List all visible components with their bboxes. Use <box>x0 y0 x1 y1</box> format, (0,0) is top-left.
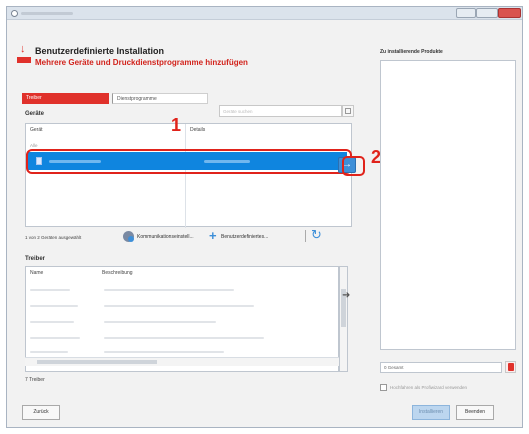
products-title: Zu installierende Produkte <box>380 49 443 55</box>
refresh-icon[interactable]: ↻ <box>311 227 322 243</box>
custom-button[interactable]: Benutzerdefiniertes... <box>221 234 268 240</box>
profile-checkbox-label: Hochfahren als Profiwizard verwenden <box>390 385 468 390</box>
tab-driver[interactable]: Treiber <box>22 93 109 104</box>
communication-settings-icon[interactable] <box>123 231 134 242</box>
highlight-box-step2 <box>342 156 365 176</box>
communication-settings-button[interactable]: Kommunikationseinstell... <box>137 234 194 240</box>
installer-window: ↓ Benutzerdefinierte Installation Mehrer… <box>6 6 523 428</box>
title-bar <box>7 7 522 20</box>
profile-checkbox[interactable] <box>380 384 387 391</box>
drivers-section-title: Treiber <box>25 256 46 262</box>
product-list <box>380 60 516 350</box>
total-label: 0 Gesamt <box>384 365 404 370</box>
table-row[interactable] <box>104 289 234 291</box>
search-icon <box>345 108 351 114</box>
page-subtitle: Mehrere Geräte und Druckdienstprogramme … <box>35 58 248 67</box>
minimize-button[interactable] <box>456 8 476 18</box>
total-field: 0 Gesamt <box>380 362 502 373</box>
table-row[interactable] <box>104 351 224 353</box>
maximize-button[interactable] <box>476 8 498 18</box>
table-row[interactable] <box>104 321 216 323</box>
driver-vertical-scrollbar[interactable] <box>339 266 348 372</box>
device-toolbar: 1 von 2 Geräten ausgewählt Kommunikation… <box>25 227 355 244</box>
back-button[interactable]: Zurück <box>22 405 60 420</box>
toolbar-divider <box>305 230 306 242</box>
close-button[interactable] <box>498 8 521 18</box>
device-table: Gerät Details Alle <box>25 123 352 228</box>
column-header-name[interactable]: Name <box>30 270 43 276</box>
table-row[interactable] <box>30 321 74 323</box>
table-row[interactable] <box>104 305 254 307</box>
highlight-box-step1 <box>26 149 352 174</box>
table-row[interactable] <box>30 305 78 307</box>
app-icon <box>11 10 18 17</box>
column-header-device[interactable]: Gerät <box>30 127 43 133</box>
add-driver-arrow-icon[interactable]: ➜ <box>342 290 350 301</box>
install-logo-icon: ↓ <box>17 44 31 64</box>
tab-utilities[interactable]: Dienstprogramme <box>112 93 208 104</box>
selection-count: 1 von 2 Geräten ausgewählt <box>25 235 82 240</box>
window-title-blurred <box>21 12 73 15</box>
trash-icon <box>508 363 514 371</box>
table-row[interactable] <box>104 337 264 339</box>
page-header: ↓ Benutzerdefinierte Installation Mehrer… <box>15 38 360 80</box>
device-search-input[interactable]: Geräte suchen <box>219 105 342 117</box>
page-title: Benutzerdefinierte Installation <box>35 46 165 56</box>
device-panel: Geräte Geräte suchen Gerät Details Alle … <box>21 105 355 397</box>
driver-count: 7 Treiber <box>25 377 45 383</box>
column-header-details[interactable]: Details <box>190 127 205 133</box>
product-panel: Zu installierende Produkte 0 Gesamt Hoch… <box>375 47 519 393</box>
table-row[interactable] <box>30 289 70 291</box>
delete-button[interactable] <box>505 361 516 373</box>
install-button[interactable]: Installieren <box>412 405 450 420</box>
device-search-placeholder: Geräte suchen <box>223 109 253 114</box>
step-number-1: 1 <box>171 115 182 135</box>
devices-section-title: Geräte <box>25 111 45 117</box>
table-row[interactable] <box>30 337 80 339</box>
table-row[interactable] <box>30 351 68 353</box>
add-custom-icon[interactable]: + <box>209 228 217 243</box>
finish-button[interactable]: Beenden <box>456 405 494 420</box>
search-button[interactable] <box>342 105 354 117</box>
driver-horizontal-scrollbar[interactable] <box>25 357 339 366</box>
column-header-description[interactable]: Beschreibung <box>102 270 133 276</box>
device-group-label: Alle <box>30 143 38 148</box>
